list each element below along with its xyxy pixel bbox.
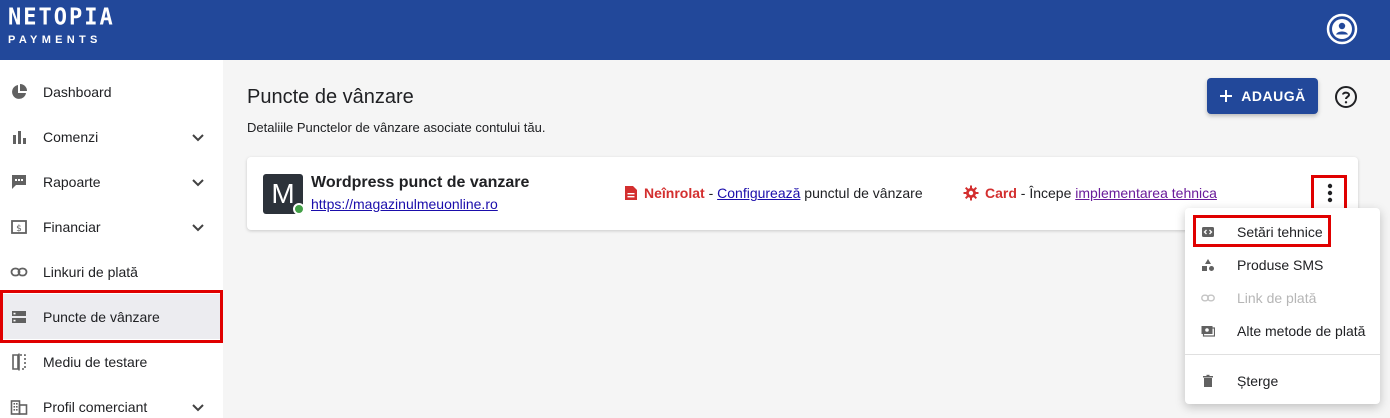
menu-item-label: Link de plată [1237, 289, 1317, 306]
pos-name: Wordpress punct de vanzare [311, 174, 530, 191]
top-bar: NETOPIA PAYMENTS [0, 0, 1390, 60]
pie-chart-icon [12, 84, 27, 99]
category-icon [1202, 258, 1214, 271]
sidebar-item-rapoarte[interactable]: Rapoarte [0, 159, 223, 204]
storage-icon [12, 311, 26, 323]
sidebar-item-comenzi[interactable]: Comenzi [0, 114, 223, 159]
page-title: Puncte de vânzare [247, 86, 414, 108]
enroll-status: Neînrolat - Configurează punctul de vânz… [624, 185, 923, 201]
sidebar-item-label: Rapoarte [43, 173, 101, 190]
plus-icon [1220, 90, 1233, 102]
menu-item-label: Șterge [1237, 372, 1279, 389]
sidebar-item-linkuri-de-plata[interactable]: Linkuri de plată [0, 249, 223, 294]
menu-item-setari-tehnice[interactable]: Setări tehnice [1185, 215, 1380, 248]
card-label: Card [985, 185, 1017, 201]
bar-chart-icon [13, 131, 26, 144]
menu-item-link-de-plata[interactable]: Link de plată [1185, 281, 1380, 314]
pos-url-link[interactable]: https://magazinulmeuonline.ro [311, 196, 498, 212]
chevron-down-icon [192, 224, 204, 232]
settings-gear-icon [963, 185, 979, 201]
chevron-down-icon [192, 134, 204, 142]
sidebar-item-label: Financiar [43, 218, 101, 235]
sidebar: Dashboard Comenzi Rapoarte $ Financiar L… [0, 60, 223, 418]
link-icon [1201, 293, 1215, 301]
sidebar-item-label: Profil comerciant [43, 398, 148, 415]
sidebar-item-mediu-de-testare[interactable]: Mediu de testare [0, 339, 223, 384]
context-menu: Setări tehnice Produse SMS Link de plată… [1185, 208, 1380, 404]
compare-icon [12, 353, 26, 371]
money-icon: $ [11, 220, 27, 234]
account-button[interactable] [1325, 12, 1359, 46]
developer-board-icon [1202, 226, 1214, 237]
enroll-separator: - [704, 185, 718, 201]
help-icon[interactable] [1334, 85, 1358, 109]
online-status-dot [293, 203, 305, 215]
logo-line-1: NETOPIA [8, 4, 115, 31]
enroll-status-label: Neînrolat [644, 185, 705, 201]
sidebar-item-financiar[interactable]: $ Financiar [0, 204, 223, 249]
description-icon [625, 186, 637, 200]
configure-link[interactable]: Configurează [717, 185, 800, 201]
menu-item-label: Produse SMS [1237, 256, 1324, 273]
technical-implementation-link[interactable]: implementarea tehnica [1075, 185, 1217, 201]
sidebar-item-puncte-de-vanzare[interactable]: Puncte de vânzare [0, 294, 223, 339]
card-separator: - Începe [1016, 185, 1076, 201]
add-button[interactable]: ADAUGĂ [1207, 78, 1318, 114]
account-circle-icon [1326, 13, 1358, 45]
sidebar-item-label: Dashboard [43, 83, 112, 100]
menu-item-label: Setări tehnice [1237, 223, 1323, 240]
menu-item-sterge[interactable]: Șterge [1185, 364, 1380, 397]
sidebar-item-profil-comerciant[interactable]: Profil comerciant [0, 384, 223, 418]
netopia-logo[interactable]: NETOPIA PAYMENTS [8, 4, 115, 46]
comment-icon [12, 175, 26, 189]
sidebar-item-label: Comenzi [43, 128, 99, 145]
delete-icon [1203, 374, 1213, 387]
menu-divider [1185, 354, 1380, 355]
more-vert-icon [1327, 183, 1333, 203]
logo-line-2: PAYMENTS [8, 34, 102, 46]
more-options-button[interactable] [1317, 178, 1343, 208]
menu-item-produse-sms[interactable]: Produse SMS [1185, 248, 1380, 281]
sidebar-item-label: Puncte de vânzare [43, 308, 160, 325]
menu-item-label: Alte metode de plată [1237, 322, 1366, 339]
sidebar-item-label: Linkuri de plată [43, 263, 138, 280]
chevron-down-icon [192, 179, 204, 187]
enroll-suffix: punctul de vânzare [800, 185, 923, 201]
business-icon [10, 400, 28, 415]
chevron-down-icon [192, 404, 204, 412]
svg-text:$: $ [16, 224, 22, 234]
sidebar-item-dashboard[interactable]: Dashboard [0, 69, 223, 114]
sidebar-item-label: Mediu de testare [43, 353, 148, 370]
link-icon [10, 267, 28, 277]
page-subtitle: Detaliile Punctelor de vânzare asociate … [247, 120, 546, 135]
add-button-label: ADAUGĂ [1241, 88, 1306, 104]
payment-methods-icon [1201, 325, 1215, 337]
card-status: Card - Începe implementarea tehnica [963, 185, 1217, 201]
menu-item-alte-metode-de-plata[interactable]: Alte metode de plată [1185, 314, 1380, 347]
